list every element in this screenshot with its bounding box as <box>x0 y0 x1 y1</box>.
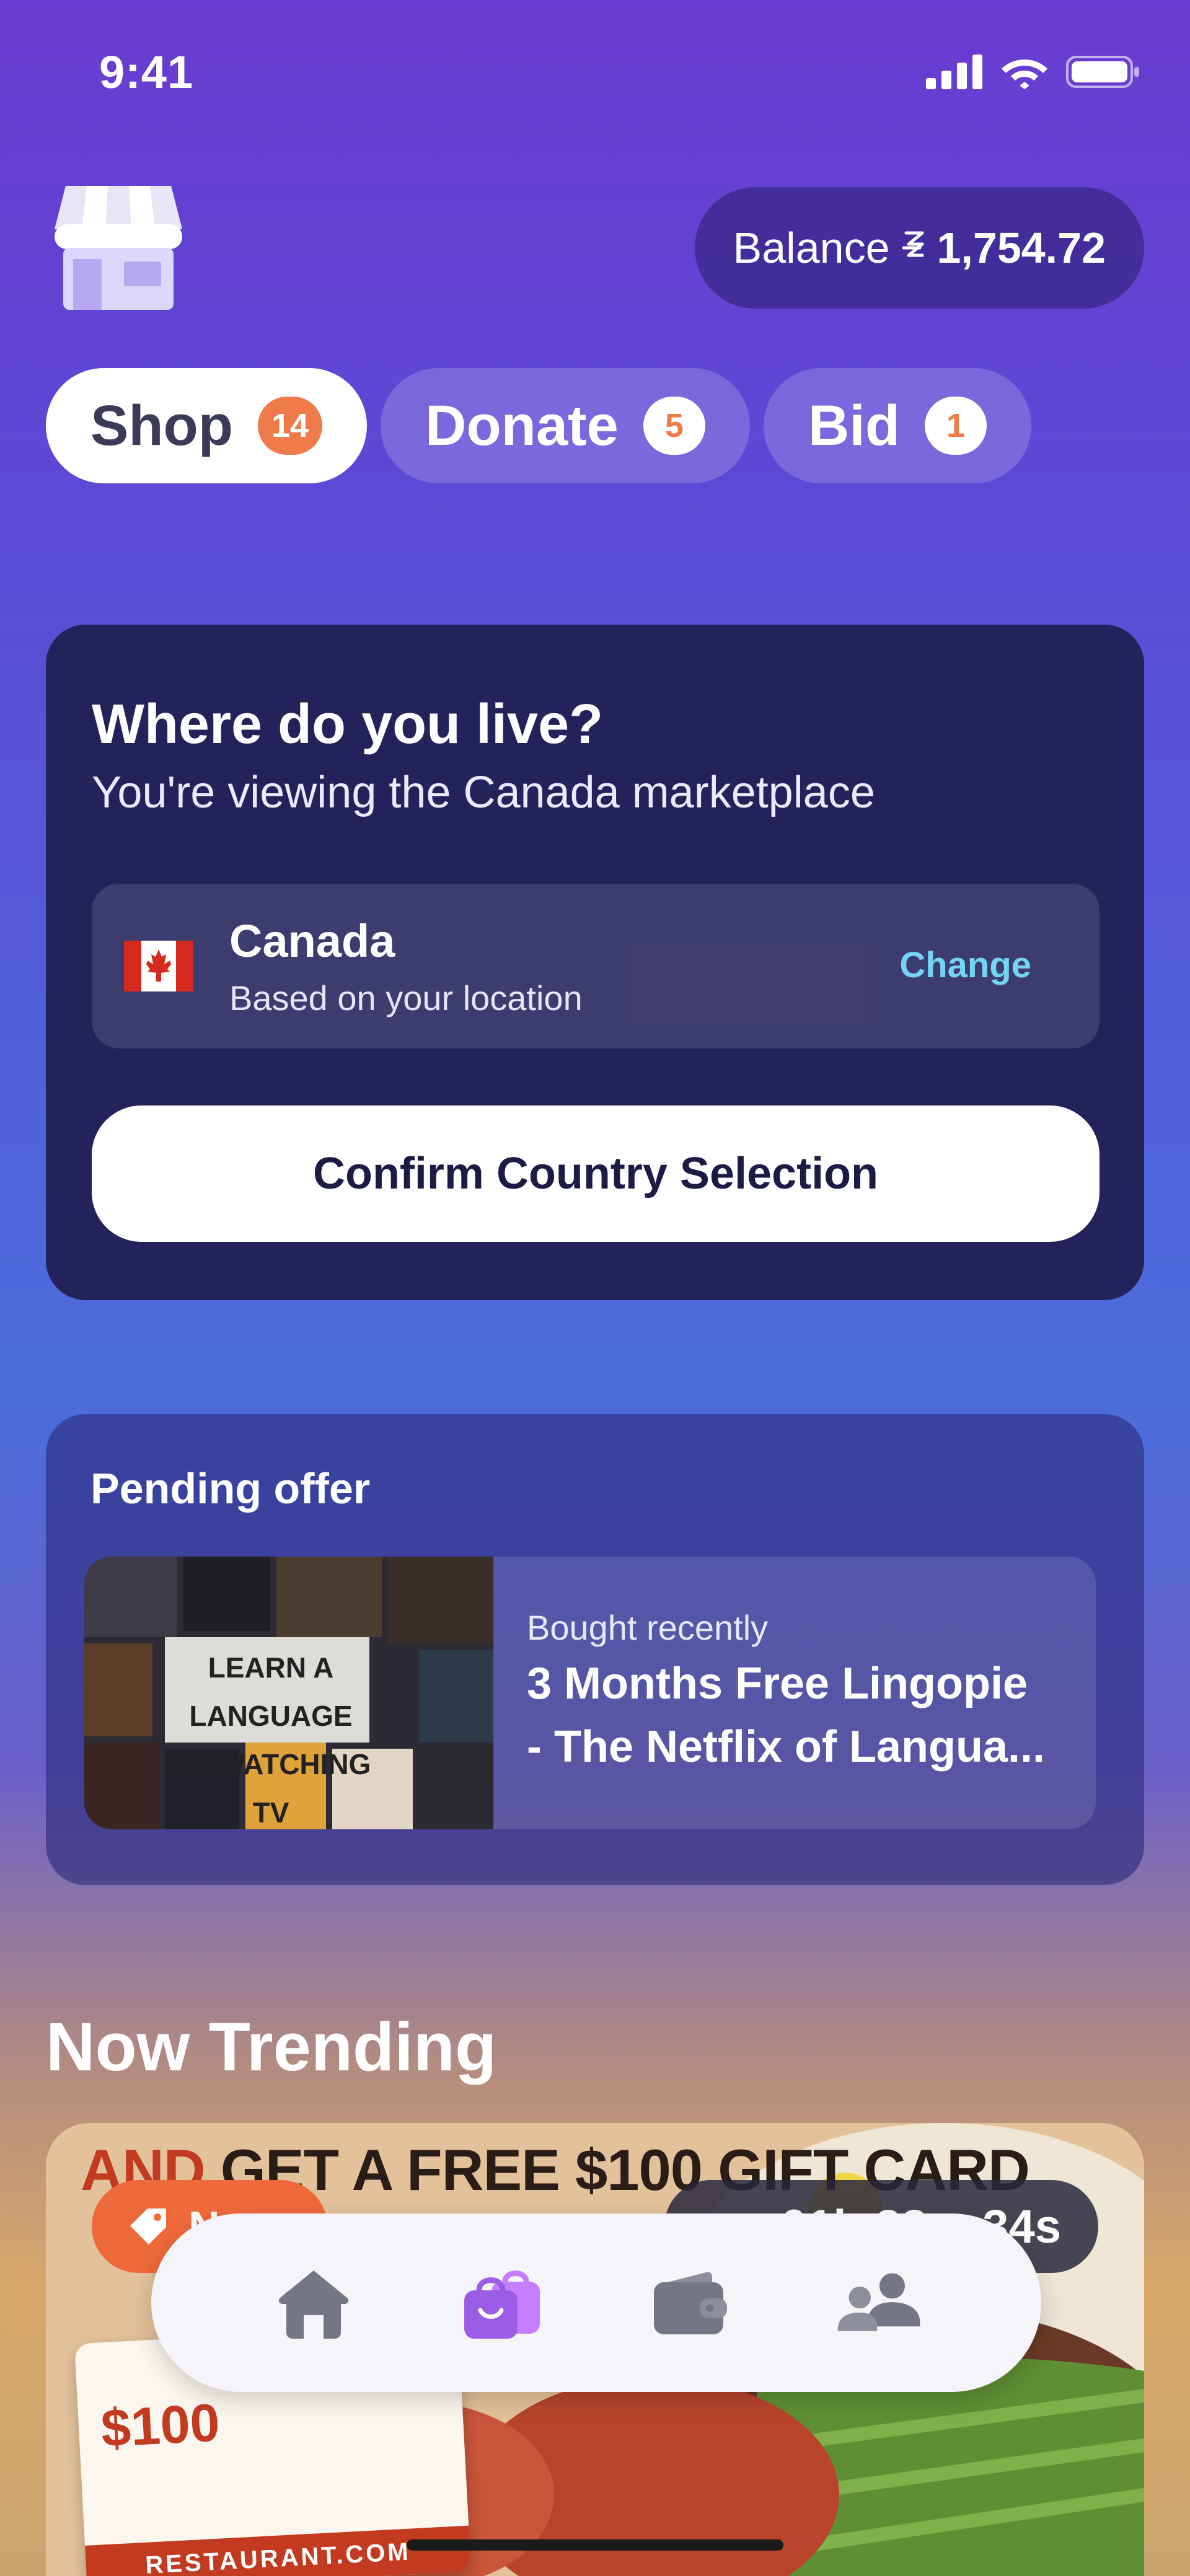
status-time: 9:41 <box>99 46 194 98</box>
offer-title-line1: 3 Months Free Lingopie <box>527 1659 1028 1708</box>
country-card-title: Where do you live? <box>92 693 604 755</box>
country-card-subtitle: You're viewing the Canada marketplace <box>92 768 875 817</box>
wallet-icon <box>654 2272 727 2334</box>
wifi-icon <box>1002 59 1047 89</box>
offer-title: 3 Months Free Lingopie - The Netflix of … <box>527 1652 1066 1778</box>
tab-badge: 5 <box>643 397 705 455</box>
balance-amount: 1,754.72 <box>937 224 1106 272</box>
country-name: Canada <box>229 915 395 967</box>
offer-kicker: Bought recently <box>527 1608 769 1647</box>
battery-icon <box>1066 56 1139 88</box>
tab-badge: 14 <box>257 397 323 455</box>
tabbar-friends[interactable] <box>835 2259 922 2346</box>
bottom-tab-bar <box>151 2213 1041 2392</box>
offer-title-line2: - The Netflix of Langua... <box>527 1722 1046 1772</box>
segment-tabs: Shop 14 Donate 5 Bid 1 <box>46 368 1032 483</box>
tabbar-home[interactable] <box>270 2259 357 2346</box>
balance-pill[interactable]: Balance 1,754.72 <box>694 187 1144 309</box>
country-card: Where do you live? You're viewing the Ca… <box>46 625 1144 1300</box>
people-icon <box>837 2273 920 2331</box>
tag-icon <box>130 2209 166 2244</box>
tab-label: Bid <box>808 393 901 457</box>
now-trending-heading: Now Trending <box>46 2009 497 2085</box>
tab-shop[interactable]: Shop 14 <box>46 368 368 483</box>
store-icon[interactable] <box>55 186 182 310</box>
pending-offer-item[interactable]: LEARN A LANGUAGE BY WATCHING TV Bought r… <box>84 1557 1096 1829</box>
tab-label: Donate <box>425 393 619 457</box>
tab-bid[interactable]: Bid 1 <box>763 368 1032 483</box>
home-icon <box>278 2270 349 2339</box>
tabbar-shop[interactable] <box>459 2259 545 2346</box>
pending-offer-title: Pending offer <box>90 1464 371 1513</box>
shopping-bags-icon <box>464 2270 540 2339</box>
offer-thumbnail-caption: LEARN A LANGUAGE BY WATCHING TV <box>169 1643 373 1829</box>
status-icons <box>926 55 1140 89</box>
cellular-signal-icon <box>926 55 982 89</box>
thumb-text-line1: LEARN A LANGUAGE <box>189 1651 353 1732</box>
change-country-link[interactable]: Change <box>899 944 1031 986</box>
location-selector: Canada Based on your location Change <box>92 884 1100 1048</box>
thumb-text-line2: BY WATCHING TV <box>170 1748 371 1829</box>
tabbar-wallet[interactable] <box>647 2259 734 2346</box>
tab-label: Shop <box>90 393 233 457</box>
tab-donate[interactable]: Donate 5 <box>381 368 750 483</box>
country-note: Based on your location <box>229 978 583 1018</box>
tab-badge: 1 <box>925 397 987 455</box>
home-indicator <box>407 2539 783 2551</box>
confirm-country-button[interactable]: Confirm Country Selection <box>92 1106 1100 1242</box>
pending-offer-card: Pending offer LEARN A LANGUAGE BY WATCHI… <box>46 1414 1144 1885</box>
balance-label: Balance <box>733 224 890 272</box>
canada-flag-icon <box>124 941 193 991</box>
coin-icon <box>902 231 924 257</box>
gift-card-value: $100 <box>99 2393 221 2459</box>
gift-card-brand: RESTAURANT.COM <box>85 2525 472 2576</box>
